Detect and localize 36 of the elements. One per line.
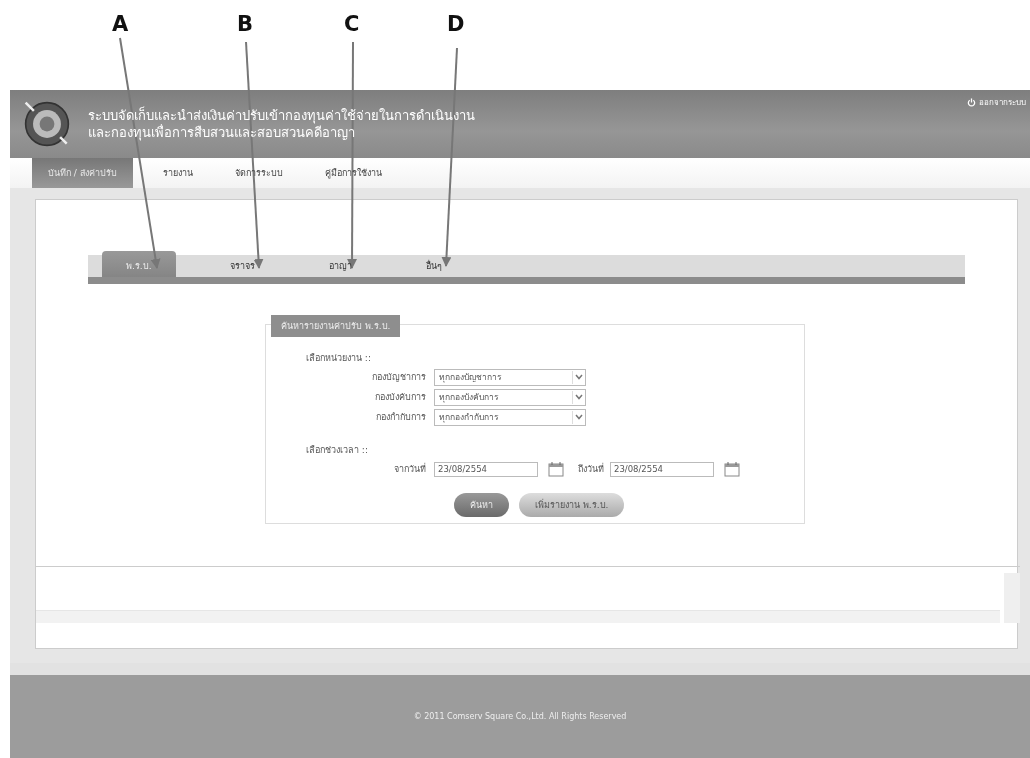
tab[interactable]: จราจร — [199, 255, 285, 277]
field-label: กองบัญชาการ — [371, 371, 426, 384]
dropdown-caret-icon — [572, 370, 585, 384]
field-label: ถึงวันที่ — [578, 462, 604, 476]
vertical-scrollbar[interactable] — [1004, 573, 1020, 623]
tab[interactable]: อาญา — [298, 255, 382, 277]
dropdown-caret-icon — [572, 410, 585, 424]
form-legend: ค้นหารายงานค่าปรับ พ.ร.บ. — [271, 315, 401, 337]
emblem-icon — [24, 101, 70, 147]
calendar-icon[interactable] — [548, 461, 564, 477]
dropdown-field[interactable]: ทุกกองกำกับการ — [434, 408, 586, 426]
field-label: กองบังคับการ — [374, 391, 426, 404]
callout-letter: D — [447, 12, 465, 36]
field-label: กองกำกับการ — [375, 411, 426, 424]
date-field[interactable]: 23/08/2554 — [610, 461, 714, 477]
site-title: และกองทุนเพื่อการสืบสวนและสอบสวนคดีอาญา — [88, 124, 356, 141]
menu-item[interactable]: รายงาน — [144, 159, 211, 187]
dropdown-caret-icon — [572, 390, 585, 404]
power-icon — [967, 98, 976, 107]
date-field[interactable]: 23/08/2554 — [434, 461, 538, 477]
add-report-button[interactable]: เพิ่มรายงาน พ.ร.บ. — [519, 493, 625, 517]
field-label: จากวันที่ — [393, 462, 426, 476]
site-title: ระบบจัดเก็บและนำส่งเงินค่าปรับเข้ากองทุนค่าใช้จ่ายในการดำเนินงาน — [88, 107, 475, 124]
dropdown-field[interactable]: ทุกกองบังคับการ — [434, 388, 586, 406]
dropdown-field[interactable]: ทุกกองบัญชาการ — [434, 368, 586, 386]
callout-letter: B — [237, 12, 253, 36]
calendar-icon[interactable] — [724, 461, 740, 477]
copyright-text: © 2011 Comserv Square Co.,Ltd. All Rights Reserved — [413, 712, 627, 721]
section-label: เลือกหน่วยงาน :: — [306, 352, 372, 365]
callout-letter: A — [112, 12, 129, 36]
horizontal-scrollbar[interactable] — [36, 610, 1000, 623]
callout-letter: C — [344, 12, 360, 36]
logout-link[interactable]: ออกจากระบบ — [967, 96, 1026, 109]
search-button[interactable]: ค้นหา — [454, 493, 509, 517]
tab[interactable]: อื่นๆ — [395, 255, 472, 277]
section-label: เลือกช่วงเวลา :: — [306, 444, 369, 457]
